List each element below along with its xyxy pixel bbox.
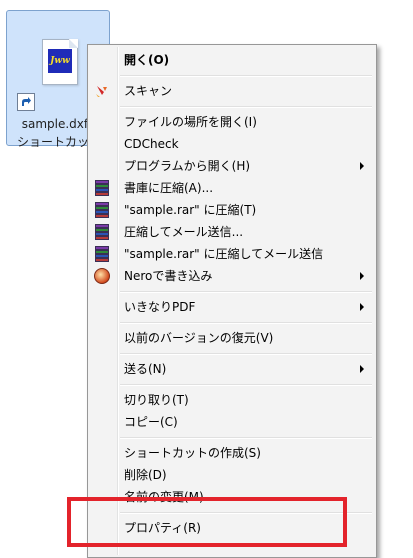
- menu-item-ikinari-pdf-label: いきなりPDF: [124, 300, 196, 314]
- menu-separator: [120, 437, 372, 439]
- submenu-arrow-icon: [360, 303, 364, 311]
- menu-item-open-file-location[interactable]: ファイルの場所を開く(I): [90, 111, 374, 133]
- menu-item-copy-label: コピー(C): [124, 415, 178, 429]
- menu-item-scan[interactable]: スキャン: [90, 80, 374, 102]
- menu-item-send-to[interactable]: 送る(N): [90, 358, 374, 380]
- menu-item-create-shortcut-label: ショートカットの作成(S): [124, 446, 261, 460]
- menu-item-compress-rar-email[interactable]: "sample.rar" に圧縮してメール送信: [90, 243, 374, 265]
- menu-item-restore-previous-versions[interactable]: 以前のバージョンの復元(V): [90, 327, 374, 349]
- page-fold: [69, 39, 78, 48]
- jww-document-icon: Jww: [42, 39, 78, 85]
- winrar-icon: [94, 246, 110, 262]
- winrar-icon: [94, 202, 110, 218]
- shortcut-arrow-icon: [17, 93, 35, 111]
- menu-item-open-file-location-label: ファイルの場所を開く(I): [124, 115, 257, 129]
- menu-separator: [120, 322, 372, 324]
- menu-item-open[interactable]: 開く(O): [90, 49, 374, 71]
- menu-item-nero-burn[interactable]: Neroで書き込み: [90, 265, 374, 287]
- menu-item-compress-email[interactable]: 圧縮してメール送信...: [90, 221, 374, 243]
- menu-item-send-to-label: 送る(N): [124, 362, 167, 376]
- menu-item-compress-email-label: 圧縮してメール送信...: [124, 225, 244, 239]
- submenu-arrow-icon: [360, 272, 364, 280]
- menu-item-delete-label: 削除(D): [124, 468, 167, 482]
- submenu-arrow-icon: [360, 162, 364, 170]
- highlight-box: [67, 497, 347, 547]
- menu-separator: [120, 75, 372, 77]
- menu-item-cdcheck[interactable]: CDCheck: [90, 133, 374, 155]
- menu-item-restore-previous-versions-label: 以前のバージョンの復元(V): [124, 331, 274, 345]
- menu-item-add-to-archive-label: 書庫に圧縮(A)...: [124, 181, 214, 195]
- menu-item-nero-burn-label: Neroで書き込み: [124, 269, 213, 283]
- menu-item-cut-label: 切り取り(T): [124, 393, 189, 407]
- menu-item-compress-rar-email-label: "sample.rar" に圧縮してメール送信: [124, 247, 324, 261]
- menu-separator: [120, 353, 372, 355]
- menu-item-cdcheck-label: CDCheck: [124, 137, 179, 151]
- menu-item-ikinari-pdf[interactable]: いきなりPDF: [90, 296, 374, 318]
- menu-item-copy[interactable]: コピー(C): [90, 411, 374, 433]
- menu-separator: [120, 106, 372, 108]
- submenu-arrow-icon: [360, 365, 364, 373]
- winrar-icon: [94, 180, 110, 196]
- menu-item-delete[interactable]: 削除(D): [90, 464, 374, 486]
- antivirus-scan-icon: [94, 83, 110, 99]
- menu-item-add-to-archive[interactable]: 書庫に圧縮(A)...: [90, 177, 374, 199]
- menu-item-open-with-label: プログラムから開く(H): [124, 159, 251, 173]
- menu-item-scan-label: スキャン: [124, 84, 173, 98]
- desktop: Jww sample.dxf - ショートカット 開く(O) スキャン ファイル…: [0, 0, 413, 558]
- winrar-icon: [94, 224, 110, 240]
- menu-separator: [120, 291, 372, 293]
- menu-item-add-to-rar[interactable]: "sample.rar" に圧縮(T): [90, 199, 374, 221]
- menu-item-create-shortcut[interactable]: ショートカットの作成(S): [90, 442, 374, 464]
- nero-icon: [94, 268, 110, 284]
- context-menu: 開く(O) スキャン ファイルの場所を開く(I) CDCheck プログラムから…: [87, 44, 377, 558]
- menu-separator: [120, 384, 372, 386]
- menu-item-cut[interactable]: 切り取り(T): [90, 389, 374, 411]
- menu-item-open-with[interactable]: プログラムから開く(H): [90, 155, 374, 177]
- menu-item-open-label: 開く(O): [124, 53, 170, 67]
- menu-item-add-to-rar-label: "sample.rar" に圧縮(T): [124, 203, 257, 217]
- jww-app-badge: Jww: [48, 49, 72, 73]
